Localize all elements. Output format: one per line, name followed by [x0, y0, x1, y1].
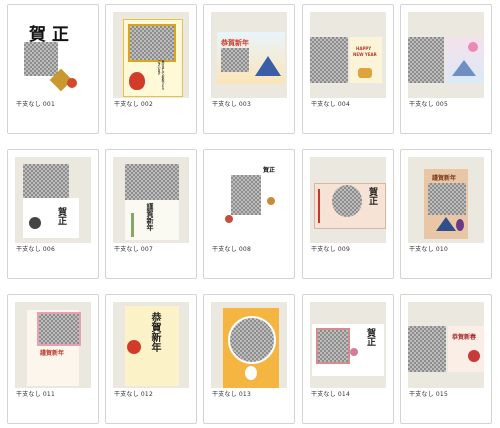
template-card-008[interactable]: 賀正 干支なし 008 [203, 149, 295, 279]
photo-placeholder [428, 183, 466, 215]
bamboo-illustration [131, 213, 134, 237]
template-card-004[interactable]: HAPPY NEW YEAR 干支なし 004 [302, 4, 394, 134]
camellia-illustration [127, 340, 141, 354]
template-card-001[interactable]: 賀 正 干支なし 001 [7, 4, 99, 134]
template-card-012[interactable]: 恭賀新年 干支なし 012 [105, 294, 197, 424]
card-greeting-text: 賀正 [263, 167, 276, 174]
template-thumbnail: あけましておめでとうございます [113, 12, 189, 98]
template-label: 干支なし 011 [16, 391, 55, 398]
card-greeting-text: 恭賀新年 [149, 312, 160, 352]
template-thumbnail: 賀正 [310, 157, 386, 243]
flower-branch-illustration [225, 215, 233, 223]
template-thumbnail [408, 12, 484, 98]
template-label: 干支なし 004 [311, 101, 350, 108]
template-card-005[interactable]: 干支なし 005 [400, 4, 492, 134]
card-greeting-text: 謹賀新年 [40, 350, 65, 357]
card-greeting-text: あけましておめでとうございます [157, 60, 165, 90]
template-thumbnail: HAPPY NEW YEAR [310, 12, 386, 98]
template-label: 干支なし 009 [311, 246, 350, 253]
template-label: 干支なし 003 [212, 101, 251, 108]
template-thumbnail: 謹賀新年 [408, 157, 484, 243]
decoration-illustration [67, 78, 77, 88]
photo-placeholder [128, 24, 176, 62]
template-thumbnail: 恭賀新年 [113, 302, 189, 388]
photo-placeholder [125, 164, 179, 200]
card-greeting-text: 謹賀新年 [146, 203, 155, 231]
template-thumbnail: 賀正 [15, 157, 91, 243]
daruma-illustration [29, 217, 41, 229]
mountain-fuji-illustration [452, 60, 476, 76]
template-thumbnail [211, 302, 287, 388]
photo-placeholder [316, 328, 350, 364]
photo-placeholder [221, 48, 249, 72]
template-label: 干支なし 012 [114, 391, 153, 398]
template-card-011[interactable]: 謹賀新年 干支なし 011 [7, 294, 99, 424]
snowman-illustration [245, 366, 257, 380]
template-label: 干支なし 014 [311, 391, 350, 398]
photo-placeholder [310, 37, 348, 83]
template-label: 干支なし 007 [114, 246, 153, 253]
photo-placeholder [408, 37, 444, 83]
photo-placeholder [37, 312, 81, 346]
photo-placeholder [231, 175, 261, 215]
template-label: 干支なし 001 [16, 101, 55, 108]
mountain-fuji-illustration [436, 217, 456, 231]
template-thumbnail: 謹賀新年 [15, 302, 91, 388]
photo-placeholder [23, 164, 69, 198]
red-border-decoration [318, 189, 320, 223]
template-thumbnail: 恭賀新春 [408, 302, 484, 388]
template-card-006[interactable]: 賀正 干支なし 006 [7, 149, 99, 279]
template-card-003[interactable]: 恭賀新年 干支なし 003 [203, 4, 295, 134]
template-label: 干支なし 013 [212, 391, 251, 398]
template-thumbnail: 謹賀新年 [113, 157, 189, 243]
template-thumbnail: 恭賀新年 [211, 12, 287, 98]
daruma-illustration [129, 72, 145, 90]
flower-branch-illustration [267, 197, 275, 205]
card-greeting-text: 賀正 [365, 328, 375, 346]
template-label: 干支なし 015 [409, 391, 448, 398]
template-label: 干支なし 006 [16, 246, 55, 253]
photo-placeholder [24, 42, 58, 76]
plum-blossom-illustration [350, 348, 358, 356]
camellia-illustration [468, 350, 480, 362]
plum-blossom-illustration [468, 42, 478, 52]
photo-placeholder [332, 185, 362, 217]
ornament-illustration [358, 68, 372, 78]
card-greeting-text: NEW YEAR [353, 52, 377, 57]
photo-placeholder [228, 316, 276, 364]
card-greeting-text: 恭賀新春 [452, 334, 477, 341]
template-label: 干支なし 002 [114, 101, 153, 108]
template-card-015[interactable]: 恭賀新春 干支なし 015 [400, 294, 492, 424]
card-greeting-text: 謹賀新年 [432, 175, 457, 182]
template-thumbnail: 賀正 [310, 302, 386, 388]
template-label: 干支なし 008 [212, 246, 251, 253]
template-thumbnail: 賀 正 [15, 12, 91, 98]
template-label: 干支なし 005 [409, 101, 448, 108]
template-card-002[interactable]: あけましておめでとうございます 干支なし 002 [105, 4, 197, 134]
photo-placeholder [408, 326, 446, 372]
card-greeting-text: 賀正 [367, 187, 377, 205]
eggplant-illustration [456, 219, 464, 231]
card-greeting-text: 恭賀新年 [221, 38, 249, 47]
mountain-fuji-illustration [255, 56, 281, 76]
template-label: 干支なし 010 [409, 246, 448, 253]
card-greeting-text: HAPPY [356, 46, 372, 51]
template-card-013[interactable]: 干支なし 013 [203, 294, 295, 424]
template-thumbnail: 賀正 [211, 157, 287, 243]
template-card-007[interactable]: 謹賀新年 干支なし 007 [105, 149, 197, 279]
template-card-014[interactable]: 賀正 干支なし 014 [302, 294, 394, 424]
card-greeting-text: 賀正 [56, 207, 66, 225]
template-card-010[interactable]: 謹賀新年 干支なし 010 [400, 149, 492, 279]
template-card-009[interactable]: 賀正 干支なし 009 [302, 149, 394, 279]
